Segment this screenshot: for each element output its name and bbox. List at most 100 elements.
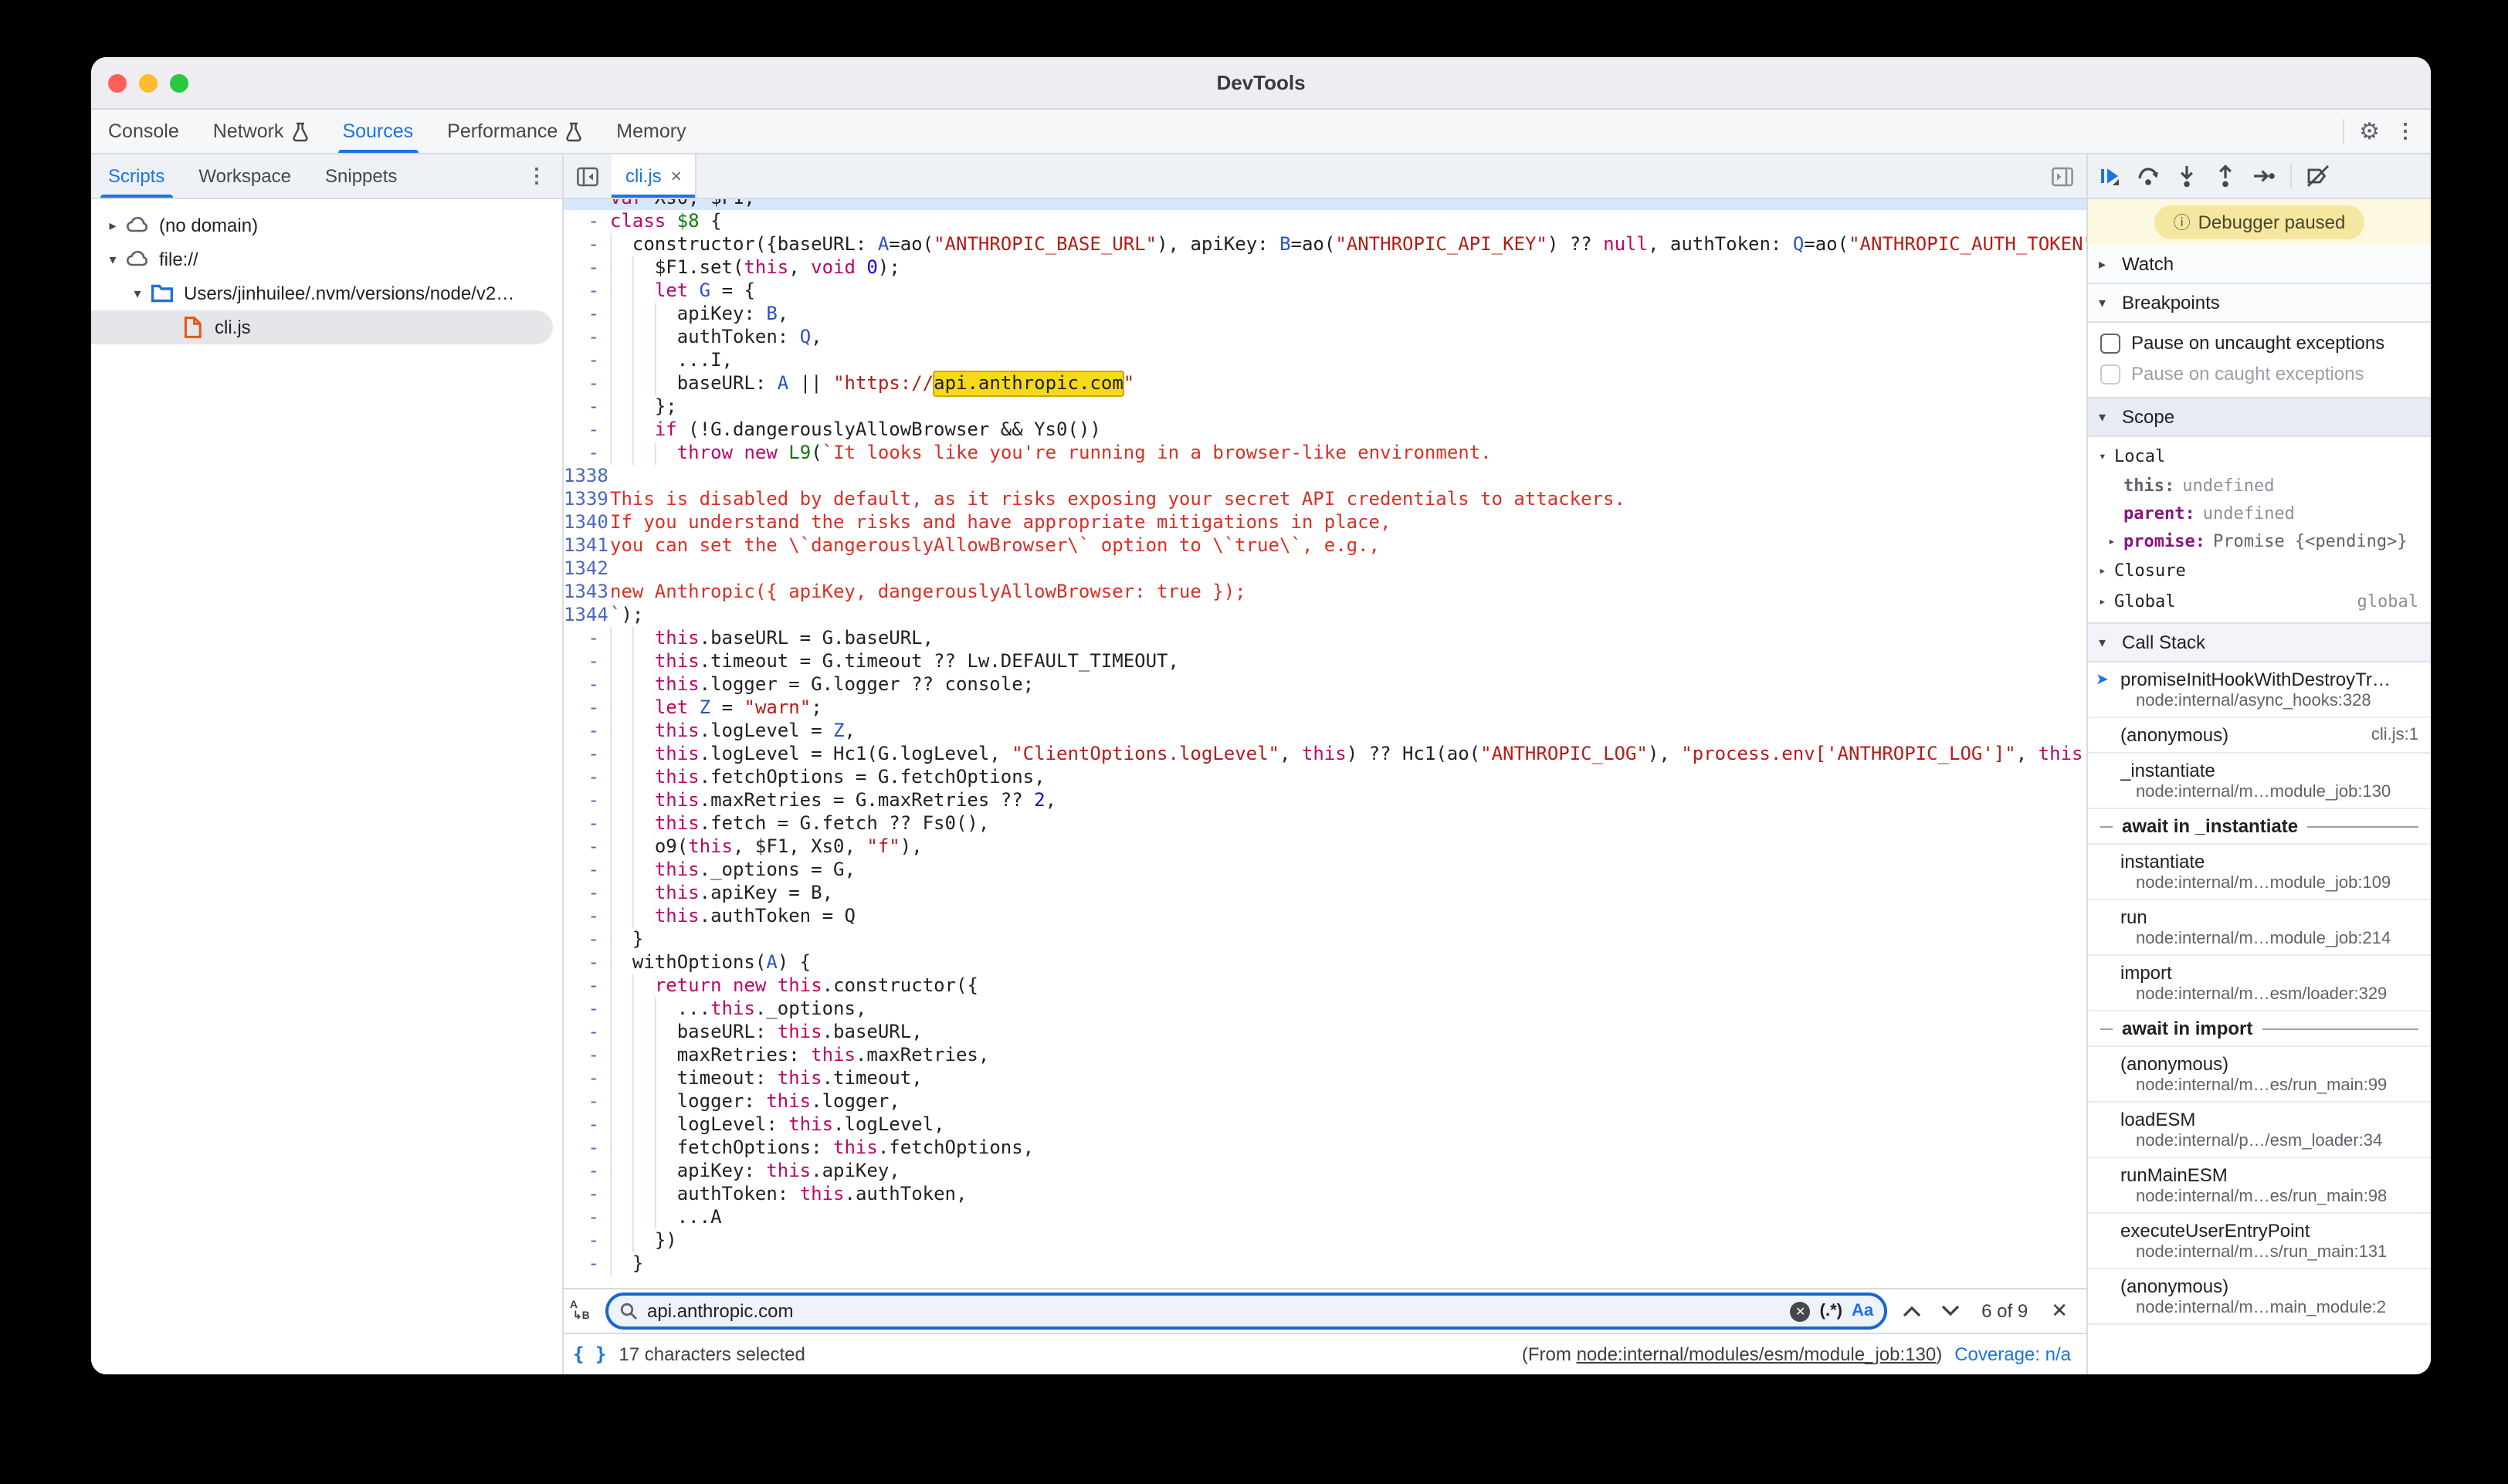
file-tab-cli-js[interactable]: cli.js ×: [612, 154, 697, 198]
line-number[interactable]: -: [564, 280, 610, 303]
line-number[interactable]: -: [564, 974, 610, 998]
line-number[interactable]: -: [564, 418, 610, 442]
callstack-frame[interactable]: (anonymous)node:internal/m…es/run_main:9…: [2088, 1047, 2431, 1103]
scope-this[interactable]: this: undefined: [2088, 471, 2431, 499]
callstack-frame[interactable]: runMainESMnode:internal/m…es/run_main:98: [2088, 1158, 2431, 1214]
line-number[interactable]: -: [564, 256, 610, 280]
callstack-frame[interactable]: _instantiatenode:internal/m…module_job:1…: [2088, 754, 2431, 809]
more-options-icon[interactable]: ⋮: [2395, 119, 2415, 144]
tree-item-cli-js[interactable]: cli.js: [91, 310, 553, 344]
from-location-link[interactable]: node:internal/modules/esm/module_job:130: [1577, 1343, 1937, 1365]
callstack-frame[interactable]: loadESMnode:internal/p…/esm_loader:34: [2088, 1103, 2431, 1158]
resume-script-icon[interactable]: [2097, 164, 2122, 188]
line-number[interactable]: -: [564, 1044, 610, 1067]
checkbox-uncaught[interactable]: [2100, 333, 2120, 353]
line-number[interactable]: -: [564, 696, 610, 720]
close-search-icon[interactable]: ✕: [2045, 1299, 2074, 1323]
line-number[interactable]: -: [564, 766, 610, 789]
section-callstack[interactable]: ▾ Call Stack: [2088, 622, 2431, 662]
tree-item-file-scheme[interactable]: ▾ file://: [91, 242, 562, 276]
scope-parent[interactable]: parent: undefined: [2088, 499, 2431, 527]
scope-promise[interactable]: ▸ promise: Promise {<pending>}: [2088, 527, 2431, 554]
line-number[interactable]: -: [564, 812, 610, 835]
line-number[interactable]: -: [564, 650, 610, 673]
step-into-icon[interactable]: [2174, 164, 2199, 188]
regex-toggle[interactable]: (.*): [1820, 1302, 1842, 1320]
line-number[interactable]: -: [564, 720, 610, 743]
line-number[interactable]: -: [564, 951, 610, 974]
devtools-tab-memory[interactable]: Memory: [599, 110, 703, 153]
coverage-link[interactable]: Coverage: n/a: [1954, 1343, 2071, 1365]
match-case-toggle[interactable]: Aa: [1852, 1302, 1873, 1320]
callstack-frame[interactable]: (anonymous)node:internal/m…main_module:2: [2088, 1269, 2431, 1325]
callstack-frame[interactable]: runnode:internal/m…module_job:214: [2088, 900, 2431, 956]
step-out-icon[interactable]: [2213, 164, 2238, 188]
line-number[interactable]: [564, 199, 610, 210]
line-number[interactable]: 1338: [564, 465, 610, 488]
line-number[interactable]: -: [564, 233, 610, 256]
collapse-debugger-icon[interactable]: [2039, 154, 2086, 198]
section-scope[interactable]: ▾ Scope: [2088, 397, 2431, 437]
line-number[interactable]: -: [564, 673, 610, 696]
search-input[interactable]: [647, 1300, 1781, 1322]
devtools-tab-performance[interactable]: Performance: [430, 110, 599, 153]
line-number[interactable]: -: [564, 442, 610, 465]
scope-local[interactable]: ▾ Local: [2088, 440, 2431, 471]
close-tab-icon[interactable]: ×: [671, 165, 682, 187]
line-number[interactable]: 1342: [564, 557, 610, 581]
line-number[interactable]: 1341: [564, 534, 610, 557]
tree-item-no-domain[interactable]: ▸ (no domain): [91, 208, 562, 242]
step-icon[interactable]: [2252, 164, 2276, 188]
line-number[interactable]: -: [564, 326, 610, 349]
line-number[interactable]: 1343: [564, 581, 610, 604]
devtools-tab-sources[interactable]: Sources: [325, 110, 430, 153]
line-number[interactable]: -: [564, 835, 610, 859]
clear-search-icon[interactable]: ✕: [1791, 1301, 1811, 1321]
tree-item-folder[interactable]: ▾ Users/jinhuilee/.nvm/versions/node/v2…: [91, 276, 562, 310]
replace-toggle-icon[interactable]: A ↳B: [570, 1300, 595, 1322]
deactivate-breakpoints-icon[interactable]: [2306, 164, 2330, 188]
chevron-down-icon[interactable]: ▾: [128, 285, 147, 302]
devtools-tab-network[interactable]: Network: [196, 110, 326, 153]
line-number[interactable]: -: [564, 1113, 610, 1137]
line-number[interactable]: -: [564, 1229, 610, 1252]
line-number[interactable]: -: [564, 882, 610, 905]
line-number[interactable]: -: [564, 1067, 610, 1090]
line-number[interactable]: -: [564, 349, 610, 372]
callstack-frame[interactable]: executeUserEntryPointnode:internal/m…s/r…: [2088, 1214, 2431, 1269]
line-number[interactable]: -: [564, 1252, 610, 1276]
previous-match-icon[interactable]: [1898, 1305, 1926, 1317]
pretty-print-icon[interactable]: { }: [573, 1343, 606, 1365]
source-code-view[interactable]: var Xs0, $F1;-class $8 {- constructor({b…: [564, 199, 2086, 1288]
scope-global[interactable]: ▸ Global global: [2088, 585, 2431, 616]
settings-gear-icon[interactable]: ⚙: [2359, 120, 2380, 143]
line-number[interactable]: -: [564, 1137, 610, 1160]
line-number[interactable]: -: [564, 928, 610, 951]
line-number[interactable]: 1344: [564, 604, 610, 627]
line-number[interactable]: 1340: [564, 511, 610, 534]
line-number[interactable]: -: [564, 210, 610, 233]
line-number[interactable]: -: [564, 1021, 610, 1044]
section-watch[interactable]: ▸ Watch: [2088, 246, 2431, 284]
callstack-frame[interactable]: ➤promiseInitHookWithDestroyTr…node:inter…: [2088, 662, 2431, 718]
line-number[interactable]: -: [564, 1160, 610, 1183]
tab-snippets[interactable]: Snippets: [308, 154, 414, 198]
chevron-down-icon[interactable]: ▾: [103, 251, 122, 268]
callstack-frame[interactable]: instantiatenode:internal/m…module_job:10…: [2088, 845, 2431, 900]
step-over-icon[interactable]: [2136, 164, 2161, 188]
line-number[interactable]: -: [564, 998, 610, 1021]
devtools-tab-console[interactable]: Console: [91, 110, 196, 153]
tab-workspace[interactable]: Workspace: [181, 154, 308, 198]
pause-caught-row[interactable]: Pause on caught exceptions: [2088, 358, 2431, 389]
scope-closure[interactable]: ▸ Closure: [2088, 554, 2431, 585]
line-number[interactable]: -: [564, 905, 610, 928]
callstack-frame[interactable]: importnode:internal/m…esm/loader:329: [2088, 956, 2431, 1011]
line-number[interactable]: -: [564, 627, 610, 650]
line-number[interactable]: -: [564, 789, 610, 812]
collapse-navigator-icon[interactable]: [564, 154, 612, 198]
next-match-icon[interactable]: [1937, 1305, 1964, 1317]
chevron-right-icon[interactable]: ▸: [2108, 534, 2123, 547]
line-number[interactable]: -: [564, 372, 610, 395]
line-number[interactable]: 1339: [564, 488, 610, 511]
line-number[interactable]: -: [564, 743, 610, 766]
